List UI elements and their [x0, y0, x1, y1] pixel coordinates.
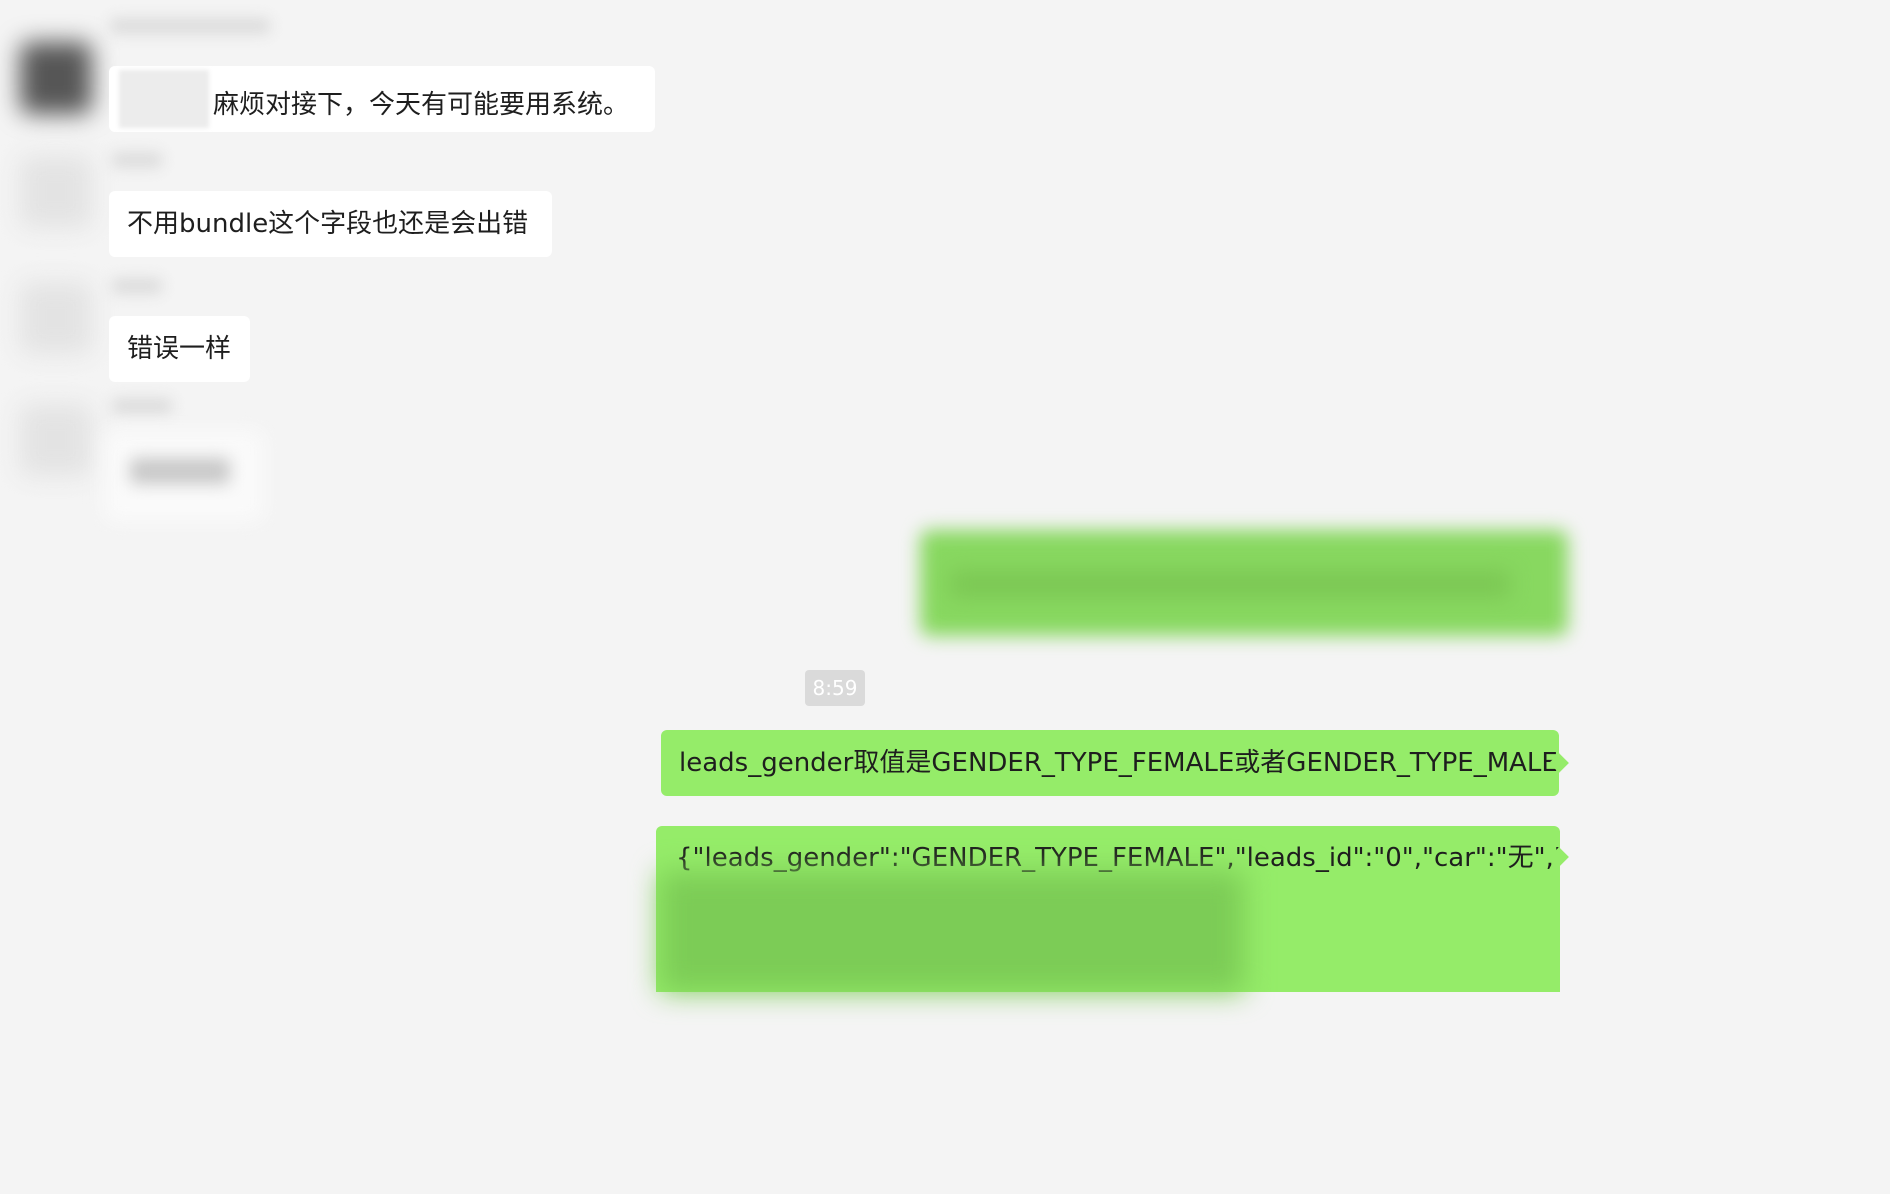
message-text-3: 错误一样 [127, 334, 232, 364]
message-bubble-2[interactable]: 不用bundle这个字段也还是会出错 [109, 191, 552, 257]
redacted-mention [119, 70, 209, 128]
sender-name [112, 278, 162, 294]
blurred-outgoing-text [950, 570, 1510, 598]
sender-name [112, 398, 172, 414]
sender-name [110, 18, 270, 34]
message-text-4: leads_gender取值是GENDER_TYPE_FEMALE或者GENDE… [679, 748, 1558, 778]
message-bubble-3[interactable]: 错误一样 [109, 316, 250, 382]
message-bubble-1[interactable]: 麻烦对接下，今天有可能要用系统。 [109, 66, 655, 132]
avatar[interactable] [20, 282, 92, 354]
avatar[interactable] [20, 404, 92, 476]
sender-name [112, 152, 162, 168]
message-text-1: 麻烦对接下，今天有可能要用系统。 [213, 90, 630, 120]
chat-message-area: 麻烦对接下，今天有可能要用系统。 不用bundle这个字段也还是会出错 错误一样… [0, 0, 1569, 992]
blurred-message-text [130, 458, 230, 484]
avatar[interactable] [20, 156, 92, 228]
message-text-2: 不用bundle这个字段也还是会出错 [127, 209, 529, 239]
avatar[interactable] [20, 42, 92, 114]
message-timestamp: 8:59 [805, 670, 865, 706]
message-text-5: {"leads_gender":"GENDER_TYPE_FEMALE","le… [676, 843, 1560, 873]
redacted-json-content [660, 872, 1244, 992]
message-bubble-4[interactable]: leads_gender取值是GENDER_TYPE_FEMALE或者GENDE… [661, 730, 1559, 796]
